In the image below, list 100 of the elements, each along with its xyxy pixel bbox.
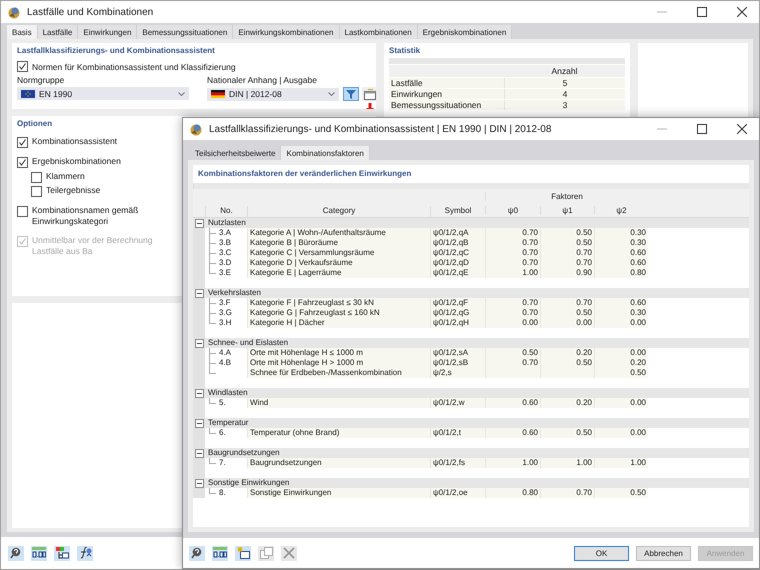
collapse-icon[interactable] [195, 338, 204, 348]
help-icon [10, 547, 22, 559]
number-format-icon [32, 547, 46, 559]
collapse-icon[interactable] [195, 418, 204, 428]
help-icon [191, 547, 203, 559]
dropdown[interactable]: EN 1990 [17, 87, 189, 100]
table-cell: ψ0/1/2,qE [430, 268, 485, 278]
table-cell: 1.00 [594, 458, 648, 468]
checkbox-label[interactable]: Klammern [46, 171, 85, 182]
table-cell: Einwirkungen [389, 89, 504, 99]
collapse-icon[interactable] [195, 478, 204, 488]
tab[interactable]: Bemessungssituationen [137, 25, 234, 39]
new-item-button[interactable] [235, 546, 251, 560]
table-cell: 0.60 [594, 298, 648, 308]
table-cell: 0.00 [594, 398, 648, 408]
table-cell: 0.00 [594, 428, 648, 438]
table-cell: 0.60 [485, 428, 540, 438]
table-cell: 0.60 [594, 248, 648, 258]
function-button[interactable] [77, 546, 93, 560]
dialog-button[interactable]: Abbrechen [636, 546, 691, 560]
tab[interactable]: Lastfälle [38, 25, 78, 39]
collapse-icon[interactable] [195, 388, 204, 398]
tab[interactable]: Einwirkungskombinationen [233, 25, 340, 39]
table-cell: 5 [504, 78, 625, 88]
table-cell: 0.60 [594, 258, 648, 268]
group-label: Verkehrslasten [208, 288, 261, 298]
checkbox[interactable] [31, 186, 42, 197]
collapse-icon[interactable] [195, 448, 204, 458]
tree-line [209, 488, 216, 494]
dialog-button[interactable]: OK [574, 546, 629, 560]
group-label: Temperatur [208, 418, 248, 428]
app-icon [189, 122, 203, 136]
table-cell: Kategorie E | Lagerräume [247, 268, 430, 278]
table-cell: Orte mit Höhenlage H > 1000 m [247, 358, 430, 368]
table-cell: 0.70 [540, 298, 594, 308]
table-cell: 6. [219, 428, 226, 438]
tab[interactable]: Kombinationsfaktoren [281, 146, 370, 160]
number-format-button[interactable] [212, 546, 228, 560]
panel-title: Lastfallklassifizierungs- und Kombinationsassistent [17, 46, 215, 55]
table-cell: 0.00 [594, 348, 648, 358]
checkbox-label[interactable]: Kombinationsnamen gemäß Einwirkungskategori [32, 205, 167, 227]
panel-title: Statistik [389, 46, 420, 55]
table-cell: 1.00 [485, 268, 540, 278]
filter-button[interactable] [343, 87, 359, 101]
group-label: Baugrundsetzungen [208, 448, 280, 458]
checkbox-label[interactable]: Normen für Kombinationsassistent und Klassifizierung [32, 62, 236, 72]
tab[interactable]: Ergebniskombinationen [418, 25, 512, 39]
table-cell: 0.80 [485, 488, 540, 498]
collapse-icon[interactable] [195, 288, 204, 298]
table-cell: Lastfälle [389, 78, 504, 88]
checkbox[interactable] [17, 206, 28, 217]
table-cell: ψ/2,s [430, 368, 485, 378]
panel-title: Optionen [17, 119, 52, 128]
checkbox[interactable] [17, 61, 28, 72]
table-cell: Orte mit Höhenlage H ≤ 1000 m [247, 348, 430, 358]
table-window-button[interactable] [362, 87, 376, 101]
checkbox-label[interactable]: Ergebniskombinationen [32, 156, 121, 167]
help-button[interactable] [189, 546, 205, 560]
help-button[interactable] [8, 546, 24, 560]
group-label: Nutzlasten [208, 218, 246, 228]
table-cell: 0.50 [540, 238, 594, 248]
collapse-icon[interactable] [195, 218, 204, 228]
chevron-down-icon [328, 92, 335, 96]
table-cell: 0.50 [540, 308, 594, 318]
table-cell: 0.80 [594, 268, 648, 278]
table-cell: 8. [219, 488, 226, 498]
table-cell: Kategorie F | Fahrzeuglast ≤ 30 kN [247, 298, 430, 308]
table-cell: Kategorie C | Versammlungsräume [247, 248, 430, 258]
checkbox[interactable] [17, 137, 28, 148]
table-cell: Bemessungssituationen [389, 100, 504, 110]
number-format-button[interactable] [31, 546, 47, 560]
column-header: ψ0 [485, 206, 540, 214]
table-cell: 0.70 [540, 488, 594, 498]
tab[interactable]: Einwirkungen [78, 25, 138, 39]
table-cell: 3.F [219, 298, 231, 308]
field-label: Normgruppe [17, 75, 66, 85]
table-cell: 0.50 [485, 348, 540, 358]
checkbox-label[interactable]: Teilergebnisse [46, 185, 100, 196]
checkbox[interactable] [31, 172, 42, 183]
checkbox-label[interactable]: Kombinationsassistent [32, 136, 118, 147]
check-icon [19, 139, 26, 146]
table-cell: 1.00 [485, 458, 540, 468]
table-cell: 0.50 [540, 428, 594, 438]
table-cell: 0.30 [594, 238, 648, 248]
tree-line [209, 398, 216, 404]
check-icon [19, 238, 26, 245]
table-cell: 0.70 [540, 258, 594, 268]
dropdown[interactable]: DIN | 2012-08 [207, 88, 339, 100]
column-header: Category [247, 206, 430, 217]
tree-button[interactable] [54, 546, 70, 560]
table-cell: 1.00 [540, 458, 594, 468]
copy-icon [260, 547, 272, 559]
tab[interactable]: Lastkombinationen [340, 25, 418, 39]
checkbox[interactable] [17, 157, 28, 168]
table-cell: ψ0/1/2,w [430, 398, 485, 408]
table-cell: ψ0/1/2,sB [430, 358, 485, 368]
tab[interactable]: Basis [7, 25, 38, 39]
table-cell: Baugrundsetzungen [247, 458, 430, 468]
table-cell: 0.70 [485, 228, 540, 238]
tree-icon [56, 547, 68, 559]
